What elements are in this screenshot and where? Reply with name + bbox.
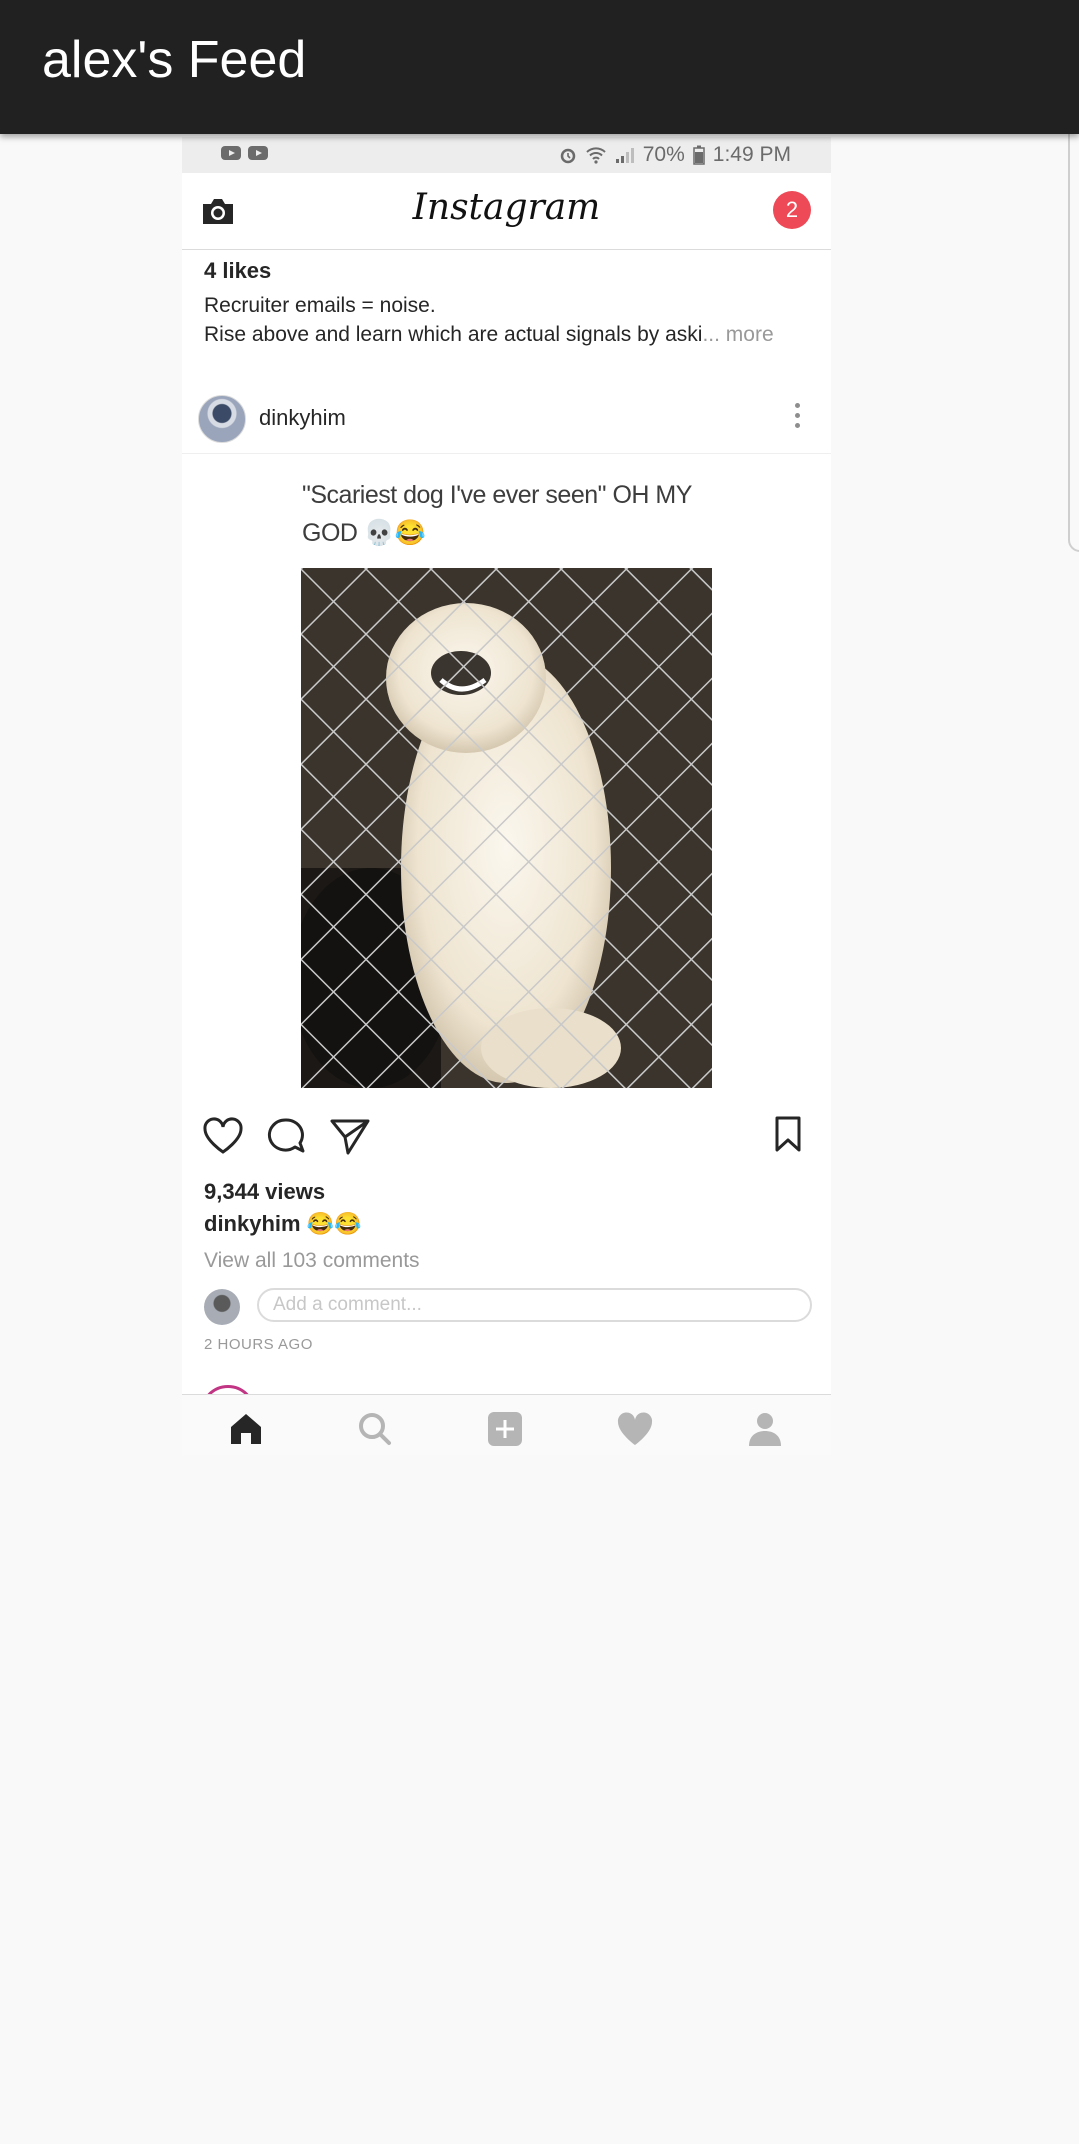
post-actions [182, 1115, 831, 1167]
heart-icon[interactable] [615, 1409, 655, 1449]
bottom-nav [182, 1394, 831, 1455]
signal-icon [615, 148, 634, 163]
more-link[interactable]: ... more [702, 323, 773, 346]
instagram-header: Instagram 2 [182, 173, 831, 250]
caption-line: Rise above and learn which are actual si… [204, 323, 703, 346]
more-vert-icon[interactable] [795, 403, 801, 433]
previous-post-likes[interactable]: 4 likes [204, 258, 271, 284]
caption-username[interactable]: dinkyhim [204, 1211, 301, 1236]
profile-icon[interactable] [745, 1409, 785, 1449]
post-header: dinkyhim [182, 383, 831, 454]
views-count[interactable]: 9,344 views [204, 1179, 325, 1205]
add-icon[interactable] [485, 1409, 525, 1449]
dog-behind-fence-image [301, 568, 712, 1088]
app-bar: alex's Feed [0, 0, 1079, 134]
alarm-icon [560, 148, 575, 164]
wifi-icon [586, 147, 606, 164]
app-bar-title: alex's Feed [42, 31, 307, 89]
edge-panel-handle[interactable] [1068, 118, 1079, 552]
caption-text: 😂😂 [306, 1211, 362, 1236]
direct-messages-badge[interactable]: 2 [773, 191, 811, 229]
share-icon[interactable] [329, 1117, 371, 1155]
battery-percent: 70% [642, 143, 685, 166]
comment-icon[interactable] [266, 1117, 306, 1155]
dog-photo [301, 568, 712, 1088]
caption-line: Recruiter emails = noise. [204, 294, 436, 317]
youtube-notification-icon [221, 146, 241, 160]
bookmark-icon[interactable] [774, 1115, 802, 1153]
status-bar: 70% 1:49 PM [182, 137, 831, 173]
post-media[interactable]: "Scariest dog I've ever seen" OH MY GOD … [182, 454, 831, 1088]
search-icon[interactable] [355, 1409, 395, 1449]
phone-screen: 70% 1:49 PM Instagram 2 4 likes Recruite… [182, 137, 831, 1455]
clock: 1:49 PM [712, 143, 791, 166]
view-all-comments-link[interactable]: View all 103 comments [204, 1249, 420, 1273]
heart-icon[interactable] [202, 1117, 244, 1155]
home-icon[interactable] [226, 1409, 266, 1449]
previous-post-caption: Recruiter emails = noise. Rise above and… [204, 291, 774, 349]
instagram-logo: Instagram [412, 187, 601, 228]
avatar [204, 1289, 240, 1325]
post-username[interactable]: dinkyhim [259, 405, 346, 431]
comment-input[interactable]: Add a comment... [257, 1288, 812, 1322]
youtube-notification-icon [248, 146, 268, 160]
battery-icon [693, 145, 705, 165]
post-caption: dinkyhim 😂😂 [204, 1211, 362, 1237]
avatar[interactable] [198, 395, 246, 443]
meme-caption-text: "Scariest dog I've ever seen" OH MY GOD … [302, 481, 692, 547]
post-timestamp: 2 HOURS AGO [204, 1336, 313, 1353]
